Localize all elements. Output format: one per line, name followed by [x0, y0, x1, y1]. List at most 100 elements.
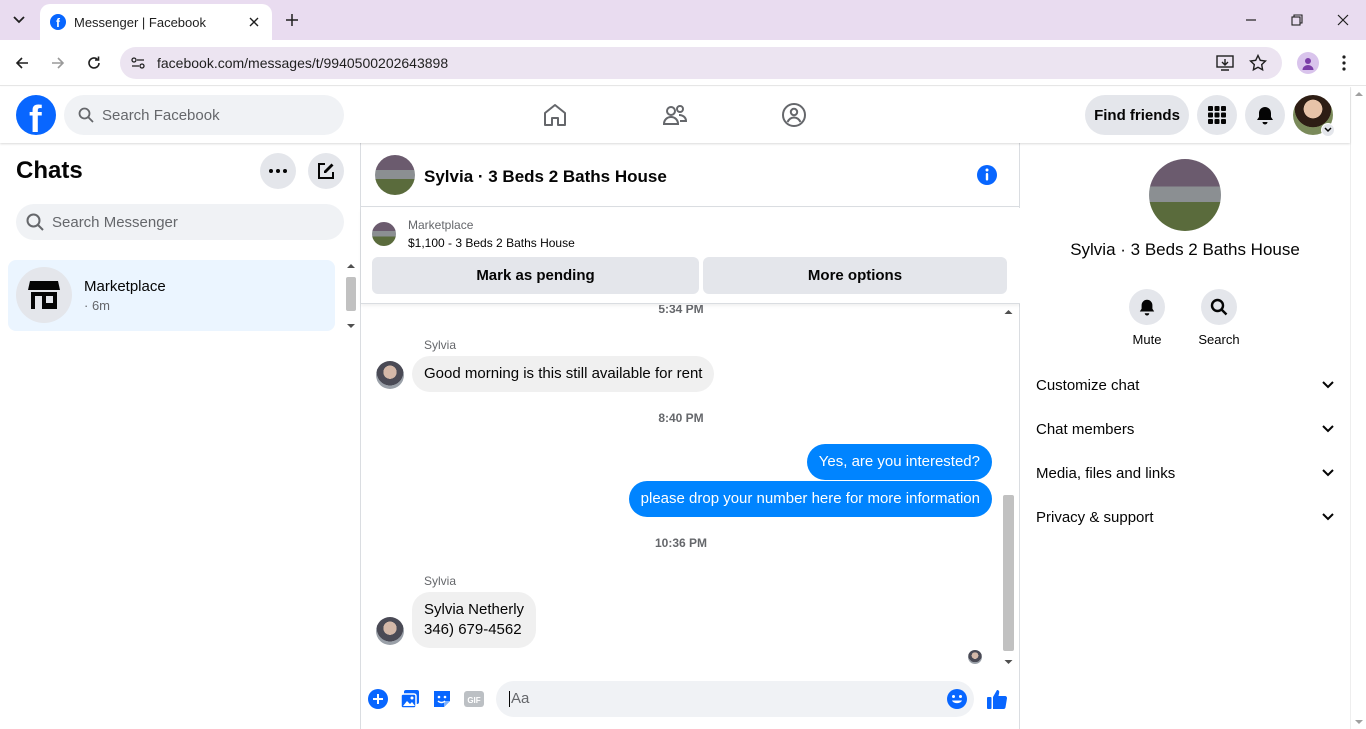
outgoing-message[interactable]: Yes, are you interested? — [806, 444, 992, 480]
message-timestamp: 5:34 PM — [658, 305, 704, 316]
emoji-icon[interactable] — [946, 688, 968, 710]
restore-icon[interactable] — [1284, 8, 1310, 32]
gif-icon[interactable]: GIF — [463, 688, 485, 710]
sender-avatar[interactable] — [376, 617, 404, 645]
chats-sidebar: Chats Search Messenger Marketplace · 6m — [0, 143, 361, 729]
listing-thumbnail[interactable] — [372, 222, 396, 246]
attach-photo-icon[interactable] — [399, 688, 421, 710]
search-in-conversation-button[interactable]: Search — [1189, 289, 1249, 347]
notifications-bell-icon[interactable] — [1245, 95, 1285, 135]
back-icon[interactable] — [10, 51, 34, 75]
address-bar[interactable]: facebook.com/messages/t/9940500202643898 — [120, 47, 1282, 79]
facebook-logo-icon[interactable]: f — [16, 95, 56, 135]
media-files-links-row[interactable]: Media, files and links — [1028, 451, 1342, 495]
minimize-icon[interactable] — [1238, 8, 1264, 32]
conversation-panel: Sylvia · 3 Beds 2 Baths House Marketplac… — [361, 143, 1020, 729]
bell-icon — [1139, 299, 1155, 316]
customize-chat-row[interactable]: Customize chat — [1028, 363, 1342, 407]
compose-icon — [318, 163, 334, 179]
marketplace-label: Marketplace — [408, 218, 474, 232]
message-input[interactable]: Aa — [496, 681, 974, 717]
tab-title: Messenger | Facebook — [74, 14, 206, 30]
install-app-icon[interactable] — [1215, 53, 1235, 73]
marketplace-listing-bar: Marketplace $1,100 - 3 Beds 2 Baths Hous… — [361, 208, 1020, 304]
scrollbar-thumb[interactable] — [346, 277, 356, 311]
tab-search-button[interactable] — [6, 8, 32, 32]
tab-close-icon[interactable] — [246, 14, 262, 30]
scroll-up-icon — [347, 264, 355, 268]
chat-list-scrollbar[interactable] — [344, 261, 358, 331]
friends-icon[interactable] — [659, 99, 691, 131]
chevron-down-icon — [1322, 513, 1334, 521]
browser-tab-active[interactable]: f Messenger | Facebook — [40, 4, 272, 40]
forward-icon[interactable] — [46, 51, 70, 75]
site-info-icon[interactable] — [128, 53, 148, 73]
account-avatar[interactable] — [1293, 95, 1335, 137]
messenger-search-input[interactable]: Search Messenger — [16, 204, 344, 240]
search-icon — [78, 107, 94, 123]
chevron-down-icon — [1321, 123, 1335, 137]
section-label: Customize chat — [1036, 376, 1140, 394]
more-dots-icon — [269, 169, 287, 173]
message-input-placeholder: Aa — [509, 690, 530, 707]
chat-list-item-marketplace[interactable]: Marketplace · 6m — [8, 260, 335, 331]
scroll-up-icon — [1004, 310, 1013, 314]
conversation-avatar[interactable] — [375, 155, 415, 195]
message-scrollbar[interactable] — [1001, 305, 1016, 667]
close-window-icon[interactable] — [1330, 8, 1356, 32]
outgoing-message[interactable]: please drop your number here for more in… — [628, 481, 992, 517]
conversation-header: Sylvia · 3 Beds 2 Baths House — [361, 143, 1020, 207]
scroll-down-icon — [1004, 660, 1013, 664]
like-thumbs-up-icon[interactable] — [985, 687, 1009, 711]
details-avatar[interactable] — [1149, 159, 1221, 231]
browser-menu-icon[interactable] — [1334, 52, 1354, 74]
message-composer: GIF Aa — [361, 673, 1020, 729]
facebook-search-input[interactable]: Search Facebook — [64, 95, 344, 135]
scrollbar-thumb[interactable] — [1003, 495, 1014, 651]
section-label: Media, files and links — [1036, 464, 1176, 482]
new-message-button[interactable] — [308, 153, 344, 189]
groups-icon[interactable] — [778, 99, 810, 131]
chat-name: Marketplace — [84, 278, 166, 295]
incoming-message[interactable]: Good morning is this still available for… — [412, 356, 715, 392]
facebook-header: f Search Facebook Find friends — [0, 87, 1350, 143]
browser-toolbar: facebook.com/messages/t/9940500202643898 — [0, 40, 1366, 86]
message-line: Sylvia Netherly — [424, 601, 525, 618]
listing-title[interactable]: $1,100 - 3 Beds 2 Baths House — [408, 236, 575, 250]
more-options-button[interactable]: More options — [703, 257, 1007, 294]
sender-avatar[interactable] — [376, 361, 404, 389]
chat-options-button[interactable] — [260, 153, 296, 189]
incoming-message[interactable]: Sylvia Netherly 346) 679-4562 — [412, 592, 537, 648]
privacy-support-row[interactable]: Privacy & support — [1028, 495, 1342, 539]
page-scrollbar[interactable] — [1350, 87, 1366, 729]
mark-as-pending-button[interactable]: Mark as pending — [372, 257, 699, 294]
home-icon[interactable] — [539, 99, 571, 131]
mute-button[interactable]: Mute — [1117, 289, 1177, 347]
browser-profile-icon[interactable] — [1297, 52, 1319, 74]
new-tab-icon[interactable] — [282, 10, 302, 30]
facebook-search-placeholder: Search Facebook — [102, 106, 220, 124]
info-icon[interactable] — [976, 164, 998, 186]
scroll-up-icon — [1355, 92, 1363, 96]
marketplace-avatar — [16, 267, 72, 323]
marketplace-store-icon — [28, 281, 60, 309]
find-friends-button[interactable]: Find friends — [1085, 95, 1189, 135]
search-label: Search — [1198, 332, 1240, 347]
svg-text:GIF: GIF — [467, 696, 480, 705]
more-actions-plus-icon[interactable] — [367, 688, 389, 710]
menu-grid-icon[interactable] — [1197, 95, 1237, 135]
chevron-down-icon — [13, 16, 25, 24]
chevron-down-icon — [1322, 425, 1334, 433]
scroll-down-icon — [347, 324, 355, 328]
bookmark-star-icon[interactable] — [1248, 53, 1268, 73]
message-list: 5:34 PM Sylvia Good morning is this stil… — [361, 305, 1001, 669]
mute-label: Mute — [1132, 332, 1162, 347]
read-receipt-avatar — [968, 650, 982, 664]
message-timestamp: 8:40 PM — [658, 411, 704, 425]
message-sender: Sylvia — [424, 338, 457, 352]
details-name: Sylvia · 3 Beds 2 Baths House — [1070, 240, 1300, 259]
sticker-icon[interactable] — [431, 688, 453, 710]
reload-icon[interactable] — [82, 51, 106, 75]
conversation-title[interactable]: Sylvia · 3 Beds 2 Baths House — [424, 167, 667, 187]
chat-members-row[interactable]: Chat members — [1028, 407, 1342, 451]
